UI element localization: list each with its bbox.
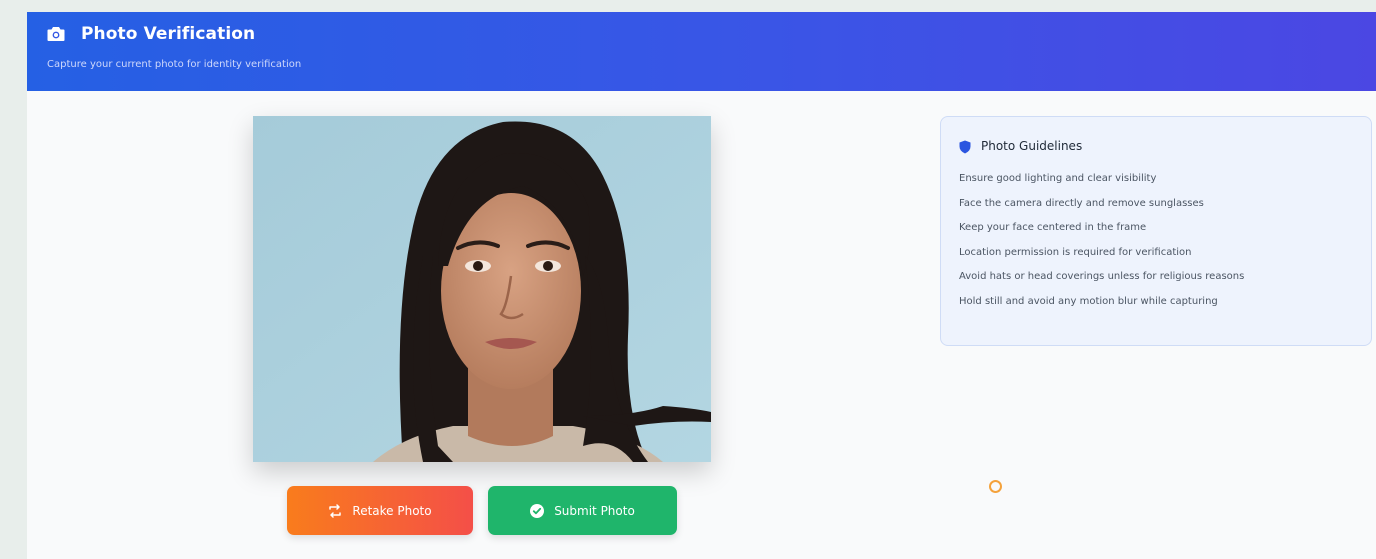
header-banner: Photo Verification Capture your current … xyxy=(27,12,1376,91)
header-title-row: Photo Verification xyxy=(47,24,255,44)
guideline-item: Ensure good lighting and clear visibilit… xyxy=(959,173,1157,184)
guidelines-title: Photo Guidelines xyxy=(981,139,1083,153)
page-subtitle: Capture your current photo for identity … xyxy=(47,59,302,70)
photo-verification-card: Photo Verification Capture your current … xyxy=(27,12,1376,559)
guideline-item: Keep your face centered in the frame xyxy=(959,222,1147,234)
page-title: Photo Verification xyxy=(81,24,256,44)
guideline-item: Avoid hats or head coverings unless for … xyxy=(959,271,1245,283)
guideline-item: Face the camera directly and remove sung… xyxy=(959,197,1204,209)
repeat-icon xyxy=(328,503,342,518)
retake-photo-label: Retake Photo xyxy=(352,503,432,518)
guidelines-header: Photo Guidelines xyxy=(959,139,1083,154)
photo-guidelines-panel: Photo Guidelines Ensure good lighting an… xyxy=(940,116,1372,346)
guideline-item: Hold still and avoid any motion blur whi… xyxy=(959,295,1218,307)
guidelines-list: Ensure good lighting and clear visibilit… xyxy=(959,171,1339,319)
guideline-item: Location permission is required for veri… xyxy=(959,246,1192,258)
captured-photo-image xyxy=(253,116,711,462)
captured-photo xyxy=(253,116,711,462)
retake-photo-button[interactable]: Retake Photo xyxy=(287,486,473,535)
shield-icon xyxy=(959,139,971,154)
submit-photo-label: Submit Photo xyxy=(554,503,635,518)
submit-photo-button[interactable]: Submit Photo xyxy=(488,486,677,535)
spinner-icon xyxy=(989,480,1002,493)
check-circle-icon xyxy=(530,503,545,518)
camera-icon xyxy=(47,26,65,42)
